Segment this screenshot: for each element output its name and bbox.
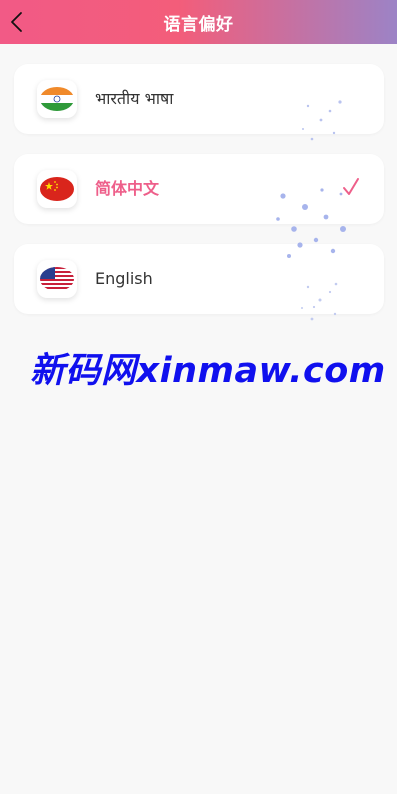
india-flag-icon: [40, 87, 74, 111]
flag-container: [37, 170, 77, 208]
top-bar: 语言偏好: [0, 0, 397, 44]
language-option-hindi[interactable]: भारतीय भाषा: [14, 64, 384, 134]
language-option-english[interactable]: English: [14, 244, 384, 314]
language-label: English: [95, 269, 153, 288]
checkmark-icon: [343, 178, 359, 195]
usa-flag-icon: [40, 267, 74, 291]
watermark-text: 新码网xinmaw.com: [30, 351, 386, 391]
language-label: भारतीय भाषा: [95, 89, 174, 108]
back-arrow-icon[interactable]: [6, 8, 30, 36]
page-title: 语言偏好: [163, 14, 234, 35]
language-label: 简体中文: [95, 179, 160, 198]
language-option-chinese[interactable]: 简体中文: [14, 154, 384, 224]
flag-container: [37, 260, 77, 298]
china-flag-icon: [40, 177, 74, 201]
flag-container: [37, 80, 77, 118]
